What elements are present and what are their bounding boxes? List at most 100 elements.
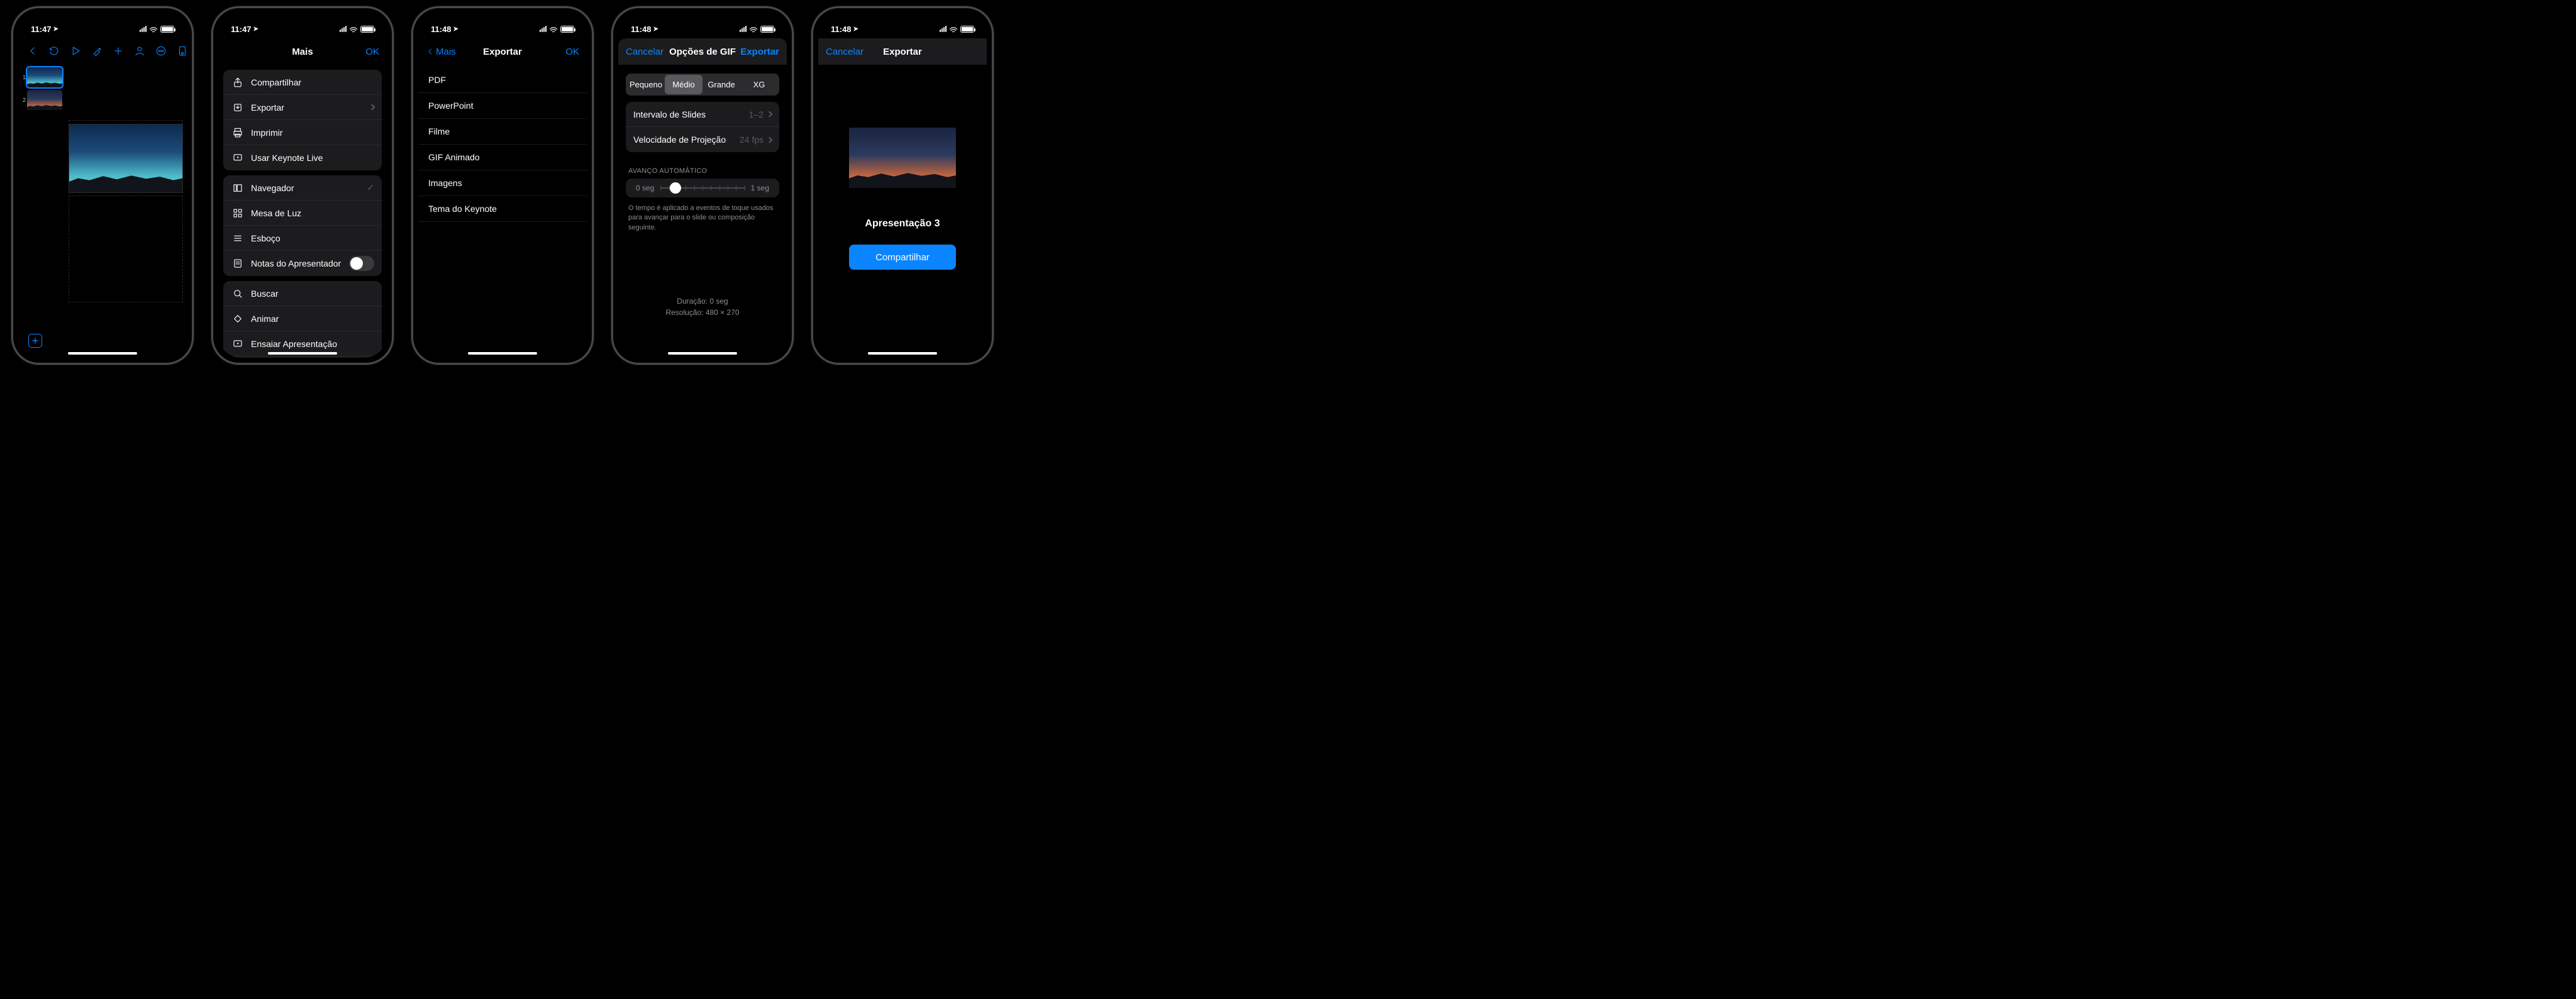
insert-button[interactable]	[113, 44, 124, 58]
menu-item-animate[interactable]: Animar	[223, 306, 382, 331]
checkmark-icon: ✓	[367, 182, 374, 193]
outline-icon	[231, 233, 245, 244]
menu-item-outline[interactable]: Esboço	[223, 226, 382, 251]
battery-icon	[960, 26, 974, 33]
menu-label: Compartilhar	[251, 77, 374, 87]
battery-icon	[360, 26, 374, 33]
frame-rate-row[interactable]: Velocidade de Projeção 24 fps	[626, 127, 779, 152]
menu-label: Mesa de Luz	[251, 208, 374, 218]
resolution-info: Resolução: 480 × 270	[618, 307, 787, 318]
panel-header: Mais Exportar OK	[418, 38, 587, 65]
row-value: 1–2	[749, 109, 763, 119]
slide-number: 2	[21, 97, 26, 103]
menu-item-search[interactable]: Buscar	[223, 281, 382, 306]
document-options-button[interactable]	[177, 44, 187, 58]
done-button[interactable]: OK	[365, 38, 379, 65]
auto-advance-slider[interactable]	[660, 187, 744, 189]
phone-gif-options: 11:48➤ Cancelar Opções de GIF Exportar P…	[611, 6, 794, 365]
more-button[interactable]	[155, 44, 167, 58]
menu-item-lighttable[interactable]: Mesa de Luz	[223, 201, 382, 226]
status-time: 11:47	[231, 25, 252, 34]
print-icon	[231, 127, 245, 138]
panel-header: Cancelar Opções de GIF Exportar	[618, 38, 787, 65]
back-button[interactable]	[27, 44, 38, 58]
size-segmented-control[interactable]: Pequeno Médio Grande XG	[626, 74, 779, 96]
battery-icon	[560, 26, 574, 33]
slide-thumbnail-1[interactable]	[27, 67, 62, 87]
back-button[interactable]: Mais	[426, 38, 456, 65]
menu-label: Exportar	[251, 102, 370, 113]
slide-thumbnail-2[interactable]	[27, 90, 62, 110]
editor-toolbar	[18, 38, 187, 63]
cellular-icon	[540, 26, 547, 32]
document-title: Apresentação 3	[865, 218, 940, 229]
status-time: 11:48	[431, 25, 452, 34]
format-button[interactable]	[91, 44, 103, 58]
export-option-gif[interactable]: GIF Animado	[418, 145, 587, 170]
export-option-theme[interactable]: Tema do Keynote	[418, 196, 587, 222]
presenter-notes-switch[interactable]	[349, 256, 374, 271]
add-slide-button[interactable]: +	[28, 334, 42, 348]
play-button[interactable]	[70, 44, 81, 58]
status-time: 11:48	[831, 25, 852, 34]
export-preview	[849, 128, 956, 188]
menu-item-keynote-live[interactable]: Usar Keynote Live	[223, 145, 382, 170]
menu-item-share[interactable]: Compartilhar	[223, 70, 382, 95]
export-button[interactable]: Exportar	[740, 38, 779, 65]
cancel-button[interactable]: Cancelar	[626, 38, 663, 65]
home-indicator[interactable]	[468, 352, 537, 355]
slide-range-row[interactable]: Intervalo de Slides 1–2	[626, 102, 779, 127]
home-indicator[interactable]	[68, 352, 137, 355]
slide-navigator: 1 2	[18, 63, 65, 358]
done-button[interactable]: OK	[565, 38, 579, 65]
export-icon	[231, 102, 245, 113]
location-icon: ➤	[53, 26, 58, 33]
slider-knob[interactable]	[670, 182, 681, 194]
menu-item-export[interactable]: Exportar	[223, 95, 382, 120]
size-option-medium[interactable]: Médio	[665, 75, 702, 94]
phone-editor: 11:47 ➤ 1	[11, 6, 194, 365]
collaborate-button[interactable]	[134, 44, 145, 58]
slide-canvas[interactable]	[65, 63, 187, 358]
panel-title: Exportar	[883, 47, 922, 57]
status-time: 11:47	[31, 25, 52, 34]
home-indicator[interactable]	[868, 352, 937, 355]
battery-icon	[160, 26, 174, 33]
cellular-icon	[740, 26, 747, 32]
menu-item-print[interactable]: Imprimir	[223, 120, 382, 145]
slide-number: 1	[21, 74, 26, 80]
wifi-icon	[749, 26, 758, 32]
size-option-large[interactable]: Grande	[702, 75, 740, 94]
slider-min-label: 0 seg	[636, 184, 654, 192]
home-indicator[interactable]	[668, 352, 737, 355]
back-label: Mais	[436, 47, 456, 57]
wifi-icon	[349, 26, 358, 32]
wifi-icon	[549, 26, 558, 32]
menu-label: Animar	[251, 314, 374, 324]
chevron-right-icon	[767, 111, 773, 118]
size-option-xl[interactable]: XG	[740, 75, 778, 94]
cellular-icon	[940, 26, 947, 32]
status-bar: 11:48➤	[818, 13, 987, 38]
export-option-images[interactable]: Imagens	[418, 170, 587, 196]
chevron-right-icon	[369, 104, 375, 111]
panel-header: Cancelar Exportar	[818, 38, 987, 65]
menu-label: Notas do Apresentador	[251, 258, 349, 268]
export-option-pdf[interactable]: PDF	[418, 67, 587, 93]
menu-item-remote[interactable]: Permitir Remote	[223, 356, 382, 358]
export-option-powerpoint[interactable]: PowerPoint	[418, 93, 587, 119]
status-bar: 11:48➤	[418, 13, 587, 38]
location-icon: ➤	[653, 26, 658, 33]
cellular-icon	[140, 26, 147, 32]
share-button[interactable]: Compartilhar	[849, 245, 956, 270]
undo-button[interactable]	[48, 44, 60, 58]
size-option-small[interactable]: Pequeno	[627, 75, 665, 94]
home-indicator[interactable]	[268, 352, 337, 355]
wifi-icon	[149, 26, 158, 32]
menu-item-presenter-notes[interactable]: Notas do Apresentador	[223, 251, 382, 276]
status-bar: 11:47 ➤	[18, 13, 187, 38]
cancel-button[interactable]: Cancelar	[826, 38, 863, 65]
export-option-movie[interactable]: Filme	[418, 119, 587, 145]
panel-header: Mais OK	[218, 38, 387, 65]
menu-item-navigator[interactable]: Navegador ✓	[223, 175, 382, 201]
